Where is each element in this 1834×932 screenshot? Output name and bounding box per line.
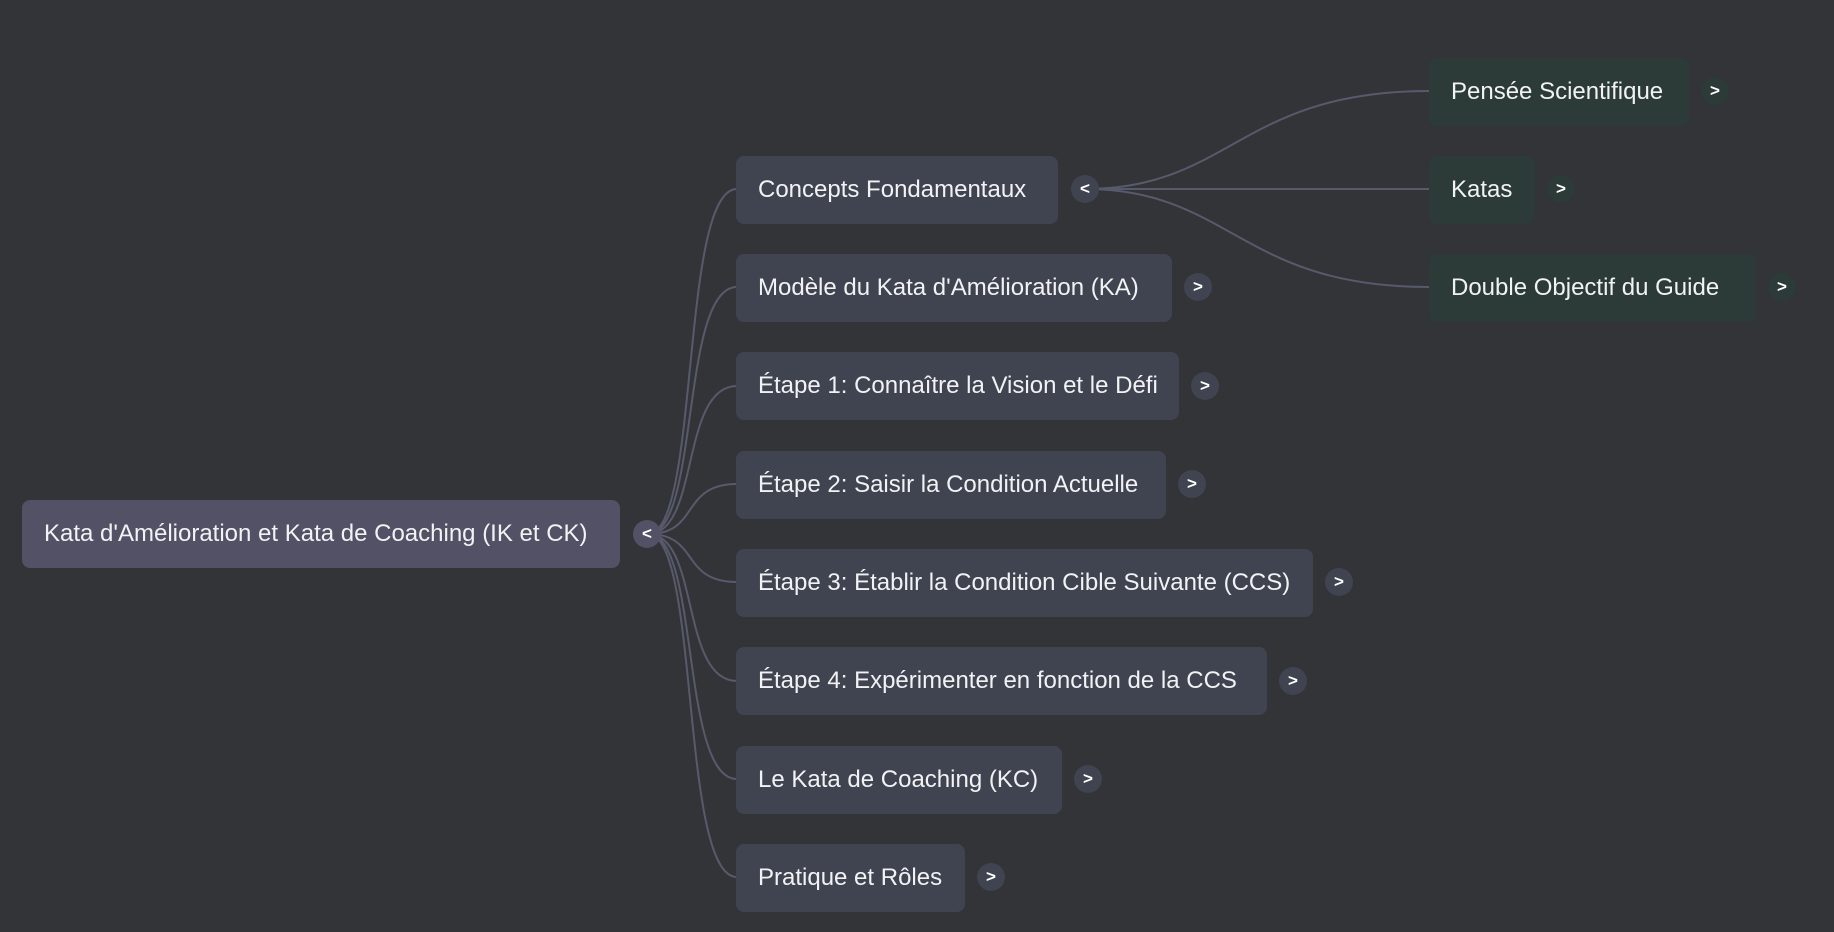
branch-label: Pratique et Rôles <box>758 864 943 891</box>
leaf-node-pensee-scientifique[interactable]: Pensée Scientifique <box>1429 58 1689 126</box>
root-node-label: Kata d'Amélioration et Kata de Coaching … <box>44 520 588 547</box>
chevron-right-icon: > <box>1187 474 1197 493</box>
expand-toggle-etape-2[interactable]: > <box>1178 470 1206 498</box>
collapse-toggle-root[interactable]: < <box>633 520 661 548</box>
connector-root-etape4 <box>647 533 738 682</box>
leaf-node-katas[interactable]: Katas <box>1429 156 1535 224</box>
branch-node-etape-4[interactable]: Étape 4: Expérimenter en fonction de la … <box>736 647 1267 715</box>
expand-toggle-etape-3[interactable]: > <box>1325 568 1353 596</box>
connector-root-etape2 <box>647 483 738 535</box>
connector-root-kc <box>647 533 738 780</box>
leaf-label: Katas <box>1451 176 1513 203</box>
chevron-right-icon: > <box>1200 376 1210 395</box>
branch-label: Modèle du Kata d'Amélioration (KA) <box>758 274 1139 301</box>
chevron-right-icon: > <box>1193 277 1203 296</box>
chevron-right-icon: > <box>1334 572 1344 591</box>
connector-root-pratique <box>647 533 738 878</box>
branch-label: Étape 1: Connaître la Vision et le Défi <box>758 372 1158 399</box>
branch-label: Étape 4: Expérimenter en fonction de la … <box>758 667 1237 694</box>
expand-toggle-pensee-scientifique[interactable]: > <box>1701 77 1729 105</box>
chevron-left-icon: < <box>1080 179 1090 198</box>
leaf-label: Double Objectif du Guide <box>1451 274 1720 301</box>
chevron-right-icon: > <box>1083 769 1093 788</box>
chevron-right-icon: > <box>1777 277 1787 296</box>
branch-label: Étape 3: Établir la Condition Cible Suiv… <box>758 569 1291 596</box>
expand-toggle-etape-4[interactable]: > <box>1279 667 1307 695</box>
branch-label: Le Kata de Coaching (KC) <box>758 766 1039 793</box>
branch-label: Étape 2: Saisir la Condition Actuelle <box>758 471 1139 498</box>
chevron-right-icon: > <box>986 867 996 886</box>
chevron-right-icon: > <box>1556 179 1566 198</box>
connector-root-etape3 <box>647 533 738 583</box>
chevron-left-icon: < <box>642 524 652 543</box>
connector-concepts-pensee <box>1084 90 1430 190</box>
chevron-right-icon: > <box>1288 671 1298 690</box>
leaf-label: Pensée Scientifique <box>1451 78 1664 105</box>
collapse-toggle-concepts-fondamentaux[interactable]: < <box>1071 175 1099 203</box>
root-node[interactable]: Kata d'Amélioration et Kata de Coaching … <box>22 500 620 568</box>
expand-toggle-etape-1[interactable]: > <box>1191 372 1219 400</box>
expand-toggle-double-objectif[interactable]: > <box>1768 273 1796 301</box>
branch-node-etape-2[interactable]: Étape 2: Saisir la Condition Actuelle <box>736 451 1166 519</box>
chevron-right-icon: > <box>1710 81 1720 100</box>
connector-root-modele <box>647 286 738 535</box>
expand-toggle-pratique-roles[interactable]: > <box>977 863 1005 891</box>
connector-root-concepts <box>647 188 738 535</box>
expand-toggle-modele-ka[interactable]: > <box>1184 273 1212 301</box>
mindmap-canvas: Kata d'Amélioration et Kata de Coaching … <box>0 0 1834 932</box>
branch-node-etape-1[interactable]: Étape 1: Connaître la Vision et le Défi <box>736 352 1179 420</box>
branch-node-concepts-fondamentaux[interactable]: Concepts Fondamentaux <box>736 156 1058 224</box>
branch-label: Concepts Fondamentaux <box>758 176 1027 203</box>
leaf-node-double-objectif[interactable]: Double Objectif du Guide <box>1429 254 1756 322</box>
expand-toggle-kata-coaching[interactable]: > <box>1074 765 1102 793</box>
connector-root-etape1 <box>647 385 738 535</box>
branch-node-etape-3[interactable]: Étape 3: Établir la Condition Cible Suiv… <box>736 549 1313 617</box>
branch-node-modele-ka[interactable]: Modèle du Kata d'Amélioration (KA) <box>736 254 1172 322</box>
expand-toggle-katas[interactable]: > <box>1547 175 1575 203</box>
branch-node-pratique-roles[interactable]: Pratique et Rôles <box>736 844 965 912</box>
branch-node-kata-coaching[interactable]: Le Kata de Coaching (KC) <box>736 746 1062 814</box>
